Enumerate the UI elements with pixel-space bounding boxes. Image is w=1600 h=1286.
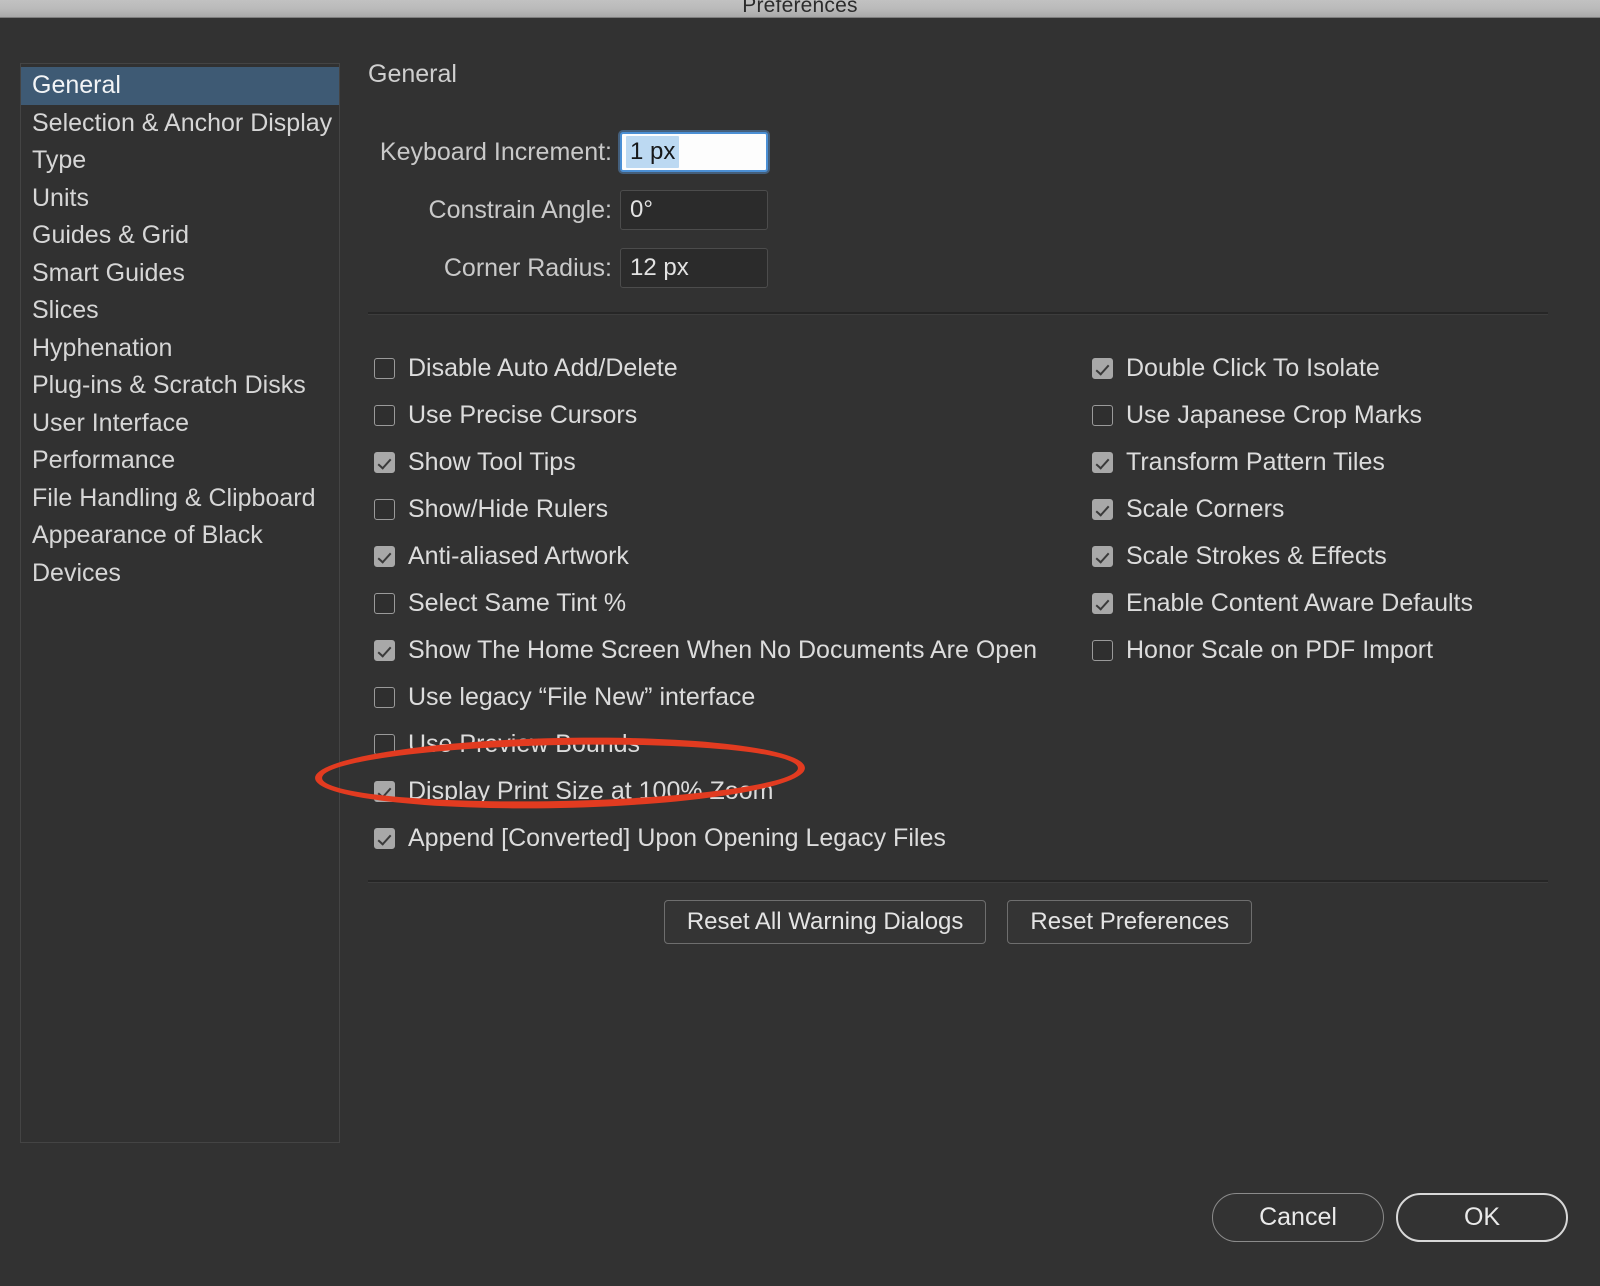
checkbox-row[interactable]: Transform Pattern Tiles — [1092, 439, 1552, 486]
checkbox-label: Anti-aliased Artwork — [408, 542, 629, 570]
checkbox-checked-icon[interactable] — [374, 640, 395, 661]
keyboard-increment-input[interactable] — [620, 132, 768, 172]
checkbox-row[interactable]: Enable Content Aware Defaults — [1092, 580, 1552, 627]
checkbox-label: Use Precise Cursors — [408, 401, 638, 429]
checkbox-checked-icon[interactable] — [374, 781, 395, 802]
sidebar-item-selection-anchor-display[interactable]: Selection & Anchor Display — [21, 105, 339, 143]
sidebar-item-plug-ins-scratch-disks[interactable]: Plug-ins & Scratch Disks — [21, 367, 339, 405]
field-label: Constrain Angle: — [428, 195, 612, 224]
checkbox-row[interactable]: Display Print Size at 100% Zoom — [374, 768, 1094, 815]
checkbox-label: Select Same Tint % — [408, 589, 627, 617]
checkbox-label: Show The Home Screen When No Documents A… — [408, 636, 1038, 664]
checkbox-column-right: Double Click To Isolate Use Japanese Crop… — [1092, 345, 1552, 674]
checkbox-label: Scale Corners — [1126, 495, 1285, 523]
checkbox-label: Use Japanese Crop Marks — [1126, 401, 1422, 429]
checkbox-row[interactable]: Append [Converted] Upon Opening Legacy F… — [374, 815, 1094, 862]
checkbox-unchecked-icon[interactable] — [1092, 405, 1113, 426]
checkbox-row[interactable]: Show Tool Tips — [374, 439, 1094, 486]
sidebar-item-units[interactable]: Units — [21, 180, 339, 218]
sidebar-item-general[interactable]: General — [21, 67, 339, 105]
checkbox-label: Disable Auto Add/Delete — [408, 354, 678, 382]
checkbox-label: Double Click To Isolate — [1126, 354, 1380, 382]
sidebar-item-type[interactable]: Type — [21, 142, 339, 180]
checkbox-checked-icon[interactable] — [374, 828, 395, 849]
checkbox-checked-icon[interactable] — [1092, 452, 1113, 473]
divider-top — [368, 312, 1548, 315]
reset-buttons-group: Reset All Warning Dialogs Reset Preferenc… — [368, 900, 1548, 944]
checkbox-row[interactable]: Use legacy “File New” interface — [374, 674, 1094, 721]
dialog-footer: Cancel OK — [1212, 1193, 1568, 1242]
checkbox-label: Honor Scale on PDF Import — [1126, 636, 1434, 664]
checkbox-unchecked-icon[interactable] — [374, 593, 395, 614]
checkbox-label: Use legacy “File New” interface — [408, 683, 756, 711]
checkbox-column-left: Disable Auto Add/Delete Use Precise Curso… — [374, 345, 1094, 862]
checkbox-label: Display Print Size at 100% Zoom — [408, 777, 774, 805]
sidebar-item-appearance-of-black[interactable]: Appearance of Black — [21, 517, 339, 555]
field-focus-wrapper: 1 px — [620, 132, 768, 172]
checkbox-label: Show/Hide Rulers — [408, 495, 609, 523]
checkbox-row[interactable]: Use Japanese Crop Marks — [1092, 392, 1552, 439]
checkbox-row[interactable]: Disable Auto Add/Delete — [374, 345, 1094, 392]
category-list: General Selection & Anchor Display Type Uni… — [21, 67, 339, 592]
corner-radius-input[interactable] — [620, 248, 768, 288]
checkbox-checked-icon[interactable] — [374, 452, 395, 473]
cancel-button[interactable]: Cancel — [1212, 1193, 1384, 1242]
checkbox-row[interactable]: Honor Scale on PDF Import — [1092, 627, 1552, 674]
checkbox-unchecked-icon[interactable] — [374, 405, 395, 426]
sidebar-item-smart-guides[interactable]: Smart Guides — [21, 255, 339, 293]
checkbox-row[interactable]: Use Precise Cursors — [374, 392, 1094, 439]
sidebar-item-guides-grid[interactable]: Guides & Grid — [21, 217, 339, 255]
numeric-fields-group: Keyboard Increment: 1 px Constrain Angle: C… — [368, 123, 768, 297]
preferences-window: Preferences General Selection & Anchor Di… — [0, 0, 1600, 1286]
reset-all-warning-dialogs-button[interactable]: Reset All Warning Dialogs — [663, 900, 987, 944]
sidebar-item-user-interface[interactable]: User Interface — [21, 405, 339, 443]
checkbox-label: Enable Content Aware Defaults — [1126, 589, 1473, 617]
reset-preferences-button[interactable]: Reset Preferences — [1007, 900, 1253, 944]
checkbox-row[interactable]: Double Click To Isolate — [1092, 345, 1552, 392]
divider-bottom — [368, 880, 1548, 883]
checkbox-row[interactable]: Show The Home Screen When No Documents A… — [374, 627, 1094, 674]
checkbox-row[interactable]: Scale Corners — [1092, 486, 1552, 533]
sidebar-item-performance[interactable]: Performance — [21, 442, 339, 480]
ok-button[interactable]: OK — [1396, 1193, 1568, 1242]
main-panel: General Keyboard Increment: 1 px Constrain… — [368, 55, 1550, 944]
field-label: Corner Radius: — [443, 253, 612, 282]
checkbox-unchecked-icon[interactable] — [374, 734, 395, 755]
checkbox-row[interactable]: Select Same Tint % — [374, 580, 1094, 627]
checkbox-label: Scale Strokes & Effects — [1126, 542, 1387, 570]
checkbox-checked-icon[interactable] — [1092, 593, 1113, 614]
checkbox-unchecked-icon[interactable] — [374, 358, 395, 379]
sidebar-item-devices[interactable]: Devices — [21, 555, 339, 593]
checkbox-checked-icon[interactable] — [1092, 499, 1113, 520]
sidebar-item-file-handling-clipboard[interactable]: File Handling & Clipboard — [21, 480, 339, 518]
constrain-angle-input[interactable] — [620, 190, 768, 230]
checkbox-label: Transform Pattern Tiles — [1126, 448, 1385, 476]
sidebar-item-hyphenation[interactable]: Hyphenation — [21, 330, 339, 368]
checkbox-checked-icon[interactable] — [1092, 546, 1113, 567]
checkbox-row[interactable]: Scale Strokes & Effects — [1092, 533, 1552, 580]
checkbox-unchecked-icon[interactable] — [374, 499, 395, 520]
checkbox-row[interactable]: Use Preview Bounds — [374, 721, 1094, 768]
page-title: General — [368, 60, 457, 88]
checkbox-label: Append [Converted] Upon Opening Legacy F… — [408, 824, 946, 852]
checkbox-row[interactable]: Show/Hide Rulers — [374, 486, 1094, 533]
field-row: Corner Radius: — [368, 239, 768, 297]
checkbox-label: Show Tool Tips — [408, 448, 576, 476]
checkbox-checked-icon[interactable] — [374, 546, 395, 567]
checkbox-unchecked-icon[interactable] — [374, 687, 395, 708]
checkbox-row[interactable]: Anti-aliased Artwork — [374, 533, 1094, 580]
window-titlebar: Preferences — [0, 0, 1600, 18]
checkbox-checked-icon[interactable] — [1092, 358, 1113, 379]
category-sidebar: General Selection & Anchor Display Type Uni… — [20, 63, 340, 1143]
checkbox-unchecked-icon[interactable] — [1092, 640, 1113, 661]
field-row: Keyboard Increment: 1 px — [368, 123, 768, 181]
field-label: Keyboard Increment: — [379, 137, 612, 166]
window-title: Preferences — [742, 0, 858, 17]
sidebar-item-slices[interactable]: Slices — [21, 292, 339, 330]
field-row: Constrain Angle: — [368, 181, 768, 239]
checkbox-label: Use Preview Bounds — [408, 730, 641, 758]
